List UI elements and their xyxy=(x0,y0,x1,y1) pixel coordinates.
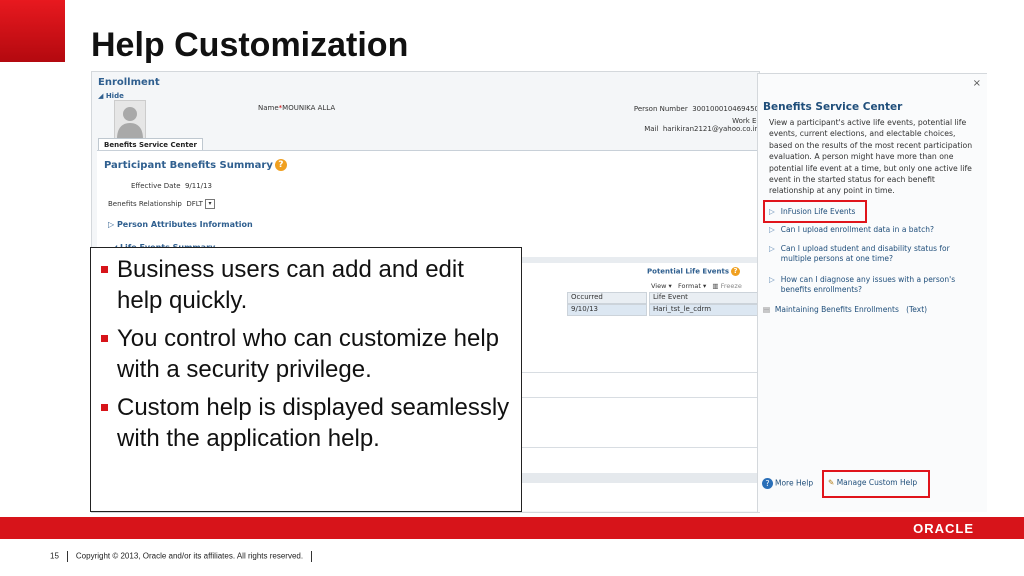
help-link-upload-student-status[interactable]: ▷ Can I upload student and disability sta… xyxy=(769,244,976,264)
slide-corner-accent xyxy=(0,0,65,62)
triangle-right-icon: ▷ xyxy=(769,225,775,234)
occurred-column-header[interactable]: Occurred xyxy=(567,292,647,304)
oracle-logo: ORACLE xyxy=(913,521,974,536)
person-number-label: Person Number xyxy=(633,105,688,113)
more-help-label: More Help xyxy=(775,478,814,488)
benefits-relationship: Benefits Relationship DFLT ▾ xyxy=(108,199,215,209)
occurred-cell[interactable]: 9/10/13 xyxy=(567,304,647,316)
document-icon: ▤ xyxy=(763,305,771,314)
potential-life-events-toolbar: View ▾ Format ▾ ▥ Freeze xyxy=(651,282,742,290)
person-attributes-label: Person Attributes Information xyxy=(116,220,253,229)
triangle-right-icon: ▷ xyxy=(769,275,775,284)
relationship-dropdown[interactable]: ▾ xyxy=(204,199,215,209)
hide-toggle[interactable]: ◢ Hide xyxy=(98,92,124,100)
bullet-marker xyxy=(101,404,108,411)
name-label: Name xyxy=(258,104,279,112)
help-question-icon[interactable]: ? xyxy=(274,159,287,171)
bullet-text: Business users can add and edit help qui… xyxy=(117,256,464,314)
hide-label: Hide xyxy=(105,92,124,100)
help-question-icon[interactable]: ? xyxy=(731,267,741,276)
bullet-item: Business users can add and edit help qui… xyxy=(99,254,511,316)
page-title: Enrollment xyxy=(98,77,160,88)
triangle-right-icon: ▷ xyxy=(769,244,775,253)
maintaining-link-type: (Text) xyxy=(906,305,928,314)
life-event-cell[interactable]: Hari_tst_le_cdrm xyxy=(649,304,759,316)
bullet-item: You control who can customize help with … xyxy=(99,323,511,385)
maintaining-benefits-link[interactable]: ▤ Maintaining Benefits Enrollments (Text… xyxy=(763,305,927,314)
person-details: Person Number 300100010469450 Work E-Mai… xyxy=(620,105,759,133)
avatar xyxy=(114,100,146,140)
close-icon[interactable]: × xyxy=(973,78,981,89)
life-event-column-header[interactable]: Life Event xyxy=(649,292,759,304)
help-link-label: Can I upload student and disability stat… xyxy=(780,244,950,263)
highlight-box xyxy=(822,470,930,498)
person-number-value: 300100010469450 xyxy=(692,105,759,113)
effective-date-label: Effective Date xyxy=(131,182,181,190)
help-link-diagnose-issues[interactable]: ▷ How can I diagnose any issues with a pe… xyxy=(769,275,976,295)
help-link-label: Can I upload enrollment data in a batch? xyxy=(780,225,934,234)
name-value: MOUNIKA ALLA xyxy=(282,104,336,112)
potential-life-events-label: Potential Life Events xyxy=(647,267,730,276)
benefits-relationship-value: DFLT xyxy=(186,200,203,208)
help-circle-icon: ? xyxy=(762,478,773,489)
potential-life-events-title: Potential Life Events? xyxy=(647,267,741,276)
bullet-callout: Business users can add and edit help qui… xyxy=(90,247,522,512)
help-panel-title: Benefits Service Center xyxy=(763,101,903,113)
bullet-text: Custom help is displayed seamlessly with… xyxy=(117,394,510,452)
effective-date: Effective Date 9/11/13 xyxy=(131,182,212,190)
format-menu[interactable]: Format xyxy=(678,282,701,290)
freeze-icon: ▥ xyxy=(712,282,719,290)
copyright-text: Copyright © 2013, Oracle and/or its affi… xyxy=(75,551,304,561)
help-description: View a participant's active life events,… xyxy=(769,118,973,196)
maintaining-link-label: Maintaining Benefits Enrollments xyxy=(774,305,899,314)
help-panel: × Benefits Service Center View a partici… xyxy=(757,73,987,512)
footer-bar xyxy=(0,517,1024,539)
bullet-marker xyxy=(101,266,108,273)
benefits-relationship-label: Benefits Relationship xyxy=(108,200,182,208)
bullet-marker xyxy=(101,335,108,342)
section-title-text: Participant Benefits Summary xyxy=(104,160,273,171)
more-help-link[interactable]: ? More Help xyxy=(762,478,813,489)
bullet-item: Custom help is displayed seamlessly with… xyxy=(99,392,511,454)
work-email-value: harikiran2121@yahoo.co.in xyxy=(662,125,759,133)
separator xyxy=(311,551,313,562)
view-menu[interactable]: View xyxy=(651,282,666,290)
bullet-text: You control who can customize help with … xyxy=(117,325,500,383)
person-name: Name*MOUNIKA ALLA xyxy=(258,104,335,112)
page-number: 15 xyxy=(50,551,59,561)
separator xyxy=(66,551,68,562)
slide-footer: 15 Copyright © 2013, Oracle and/or its af… xyxy=(50,551,320,562)
effective-date-value: 9/11/13 xyxy=(184,182,212,190)
person-attributes-disclosure[interactable]: ▷ Person Attributes Information xyxy=(108,220,253,229)
highlight-box xyxy=(763,200,867,223)
section-title: Participant Benefits Summary? xyxy=(104,159,287,171)
person-silhouette-icon xyxy=(117,107,143,139)
help-link-label: How can I diagnose any issues with a per… xyxy=(780,275,956,294)
slide-title: Help Customization xyxy=(91,26,409,64)
help-link-upload-batch[interactable]: ▷ Can I upload enrollment data in a batch… xyxy=(769,225,976,235)
freeze-button[interactable]: Freeze xyxy=(721,282,742,290)
